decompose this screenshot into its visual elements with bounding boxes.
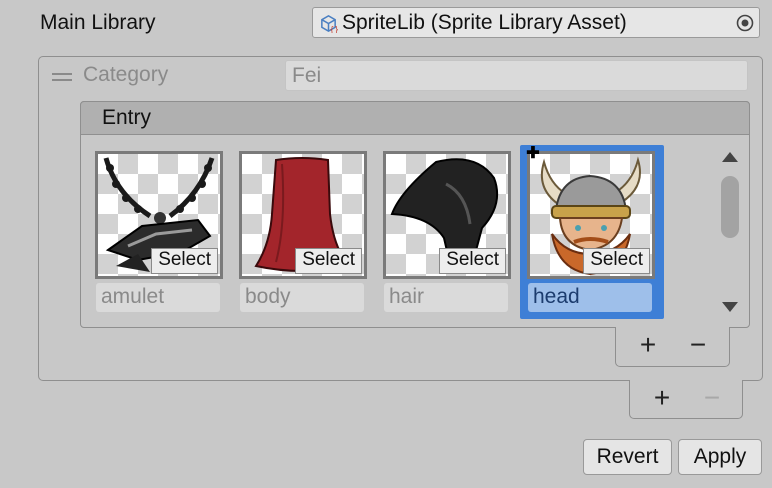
entry-name-field[interactable]: body xyxy=(240,283,364,312)
revert-button[interactable]: Revert xyxy=(583,439,672,475)
add-category-button[interactable]: + xyxy=(642,380,682,416)
entry-list-footer: + − xyxy=(615,327,730,367)
main-library-label: Main Library xyxy=(40,11,156,34)
main-library-value: SpriteLib (Sprite Library Asset) xyxy=(342,11,627,34)
amulet-sprite-thumbnail[interactable]: Select xyxy=(95,151,223,279)
body-sprite-thumbnail[interactable]: Select xyxy=(239,151,367,279)
select-button[interactable]: Select xyxy=(439,248,506,274)
remove-entry-button[interactable]: − xyxy=(678,327,718,363)
hair-sprite-thumbnail[interactable]: Select xyxy=(383,151,511,279)
category-name-field[interactable]: Fei xyxy=(285,60,748,91)
remove-category-button[interactable]: − xyxy=(692,380,732,416)
entry-scrollbar[interactable] xyxy=(716,144,744,320)
entry-name-field[interactable]: hair xyxy=(384,283,508,312)
select-button[interactable]: Select xyxy=(295,248,362,274)
main-library-field[interactable]: {} SpriteLib (Sprite Library Asset) xyxy=(312,7,760,38)
entry-name-field[interactable]: head xyxy=(528,283,652,312)
select-button[interactable]: Select xyxy=(583,248,650,274)
scroll-down-arrow-icon[interactable] xyxy=(722,302,738,312)
add-entry-button[interactable]: + xyxy=(628,327,668,363)
entry-header: Entry xyxy=(80,101,750,135)
apply-button[interactable]: Apply xyxy=(678,439,762,475)
category-list-footer: + − xyxy=(629,380,743,419)
select-button[interactable]: Select xyxy=(151,248,218,274)
object-picker-icon[interactable] xyxy=(736,14,754,32)
svg-text:{}: {} xyxy=(329,25,338,33)
sprite-library-asset-icon: {} xyxy=(319,14,339,34)
category-label: Category xyxy=(83,63,169,86)
scrollbar-thumb[interactable] xyxy=(721,176,739,238)
scroll-up-arrow-icon[interactable] xyxy=(722,152,738,162)
add-override-icon: ✚ xyxy=(526,145,540,162)
entry-header-label: Entry xyxy=(102,106,152,129)
entry-name-field[interactable]: amulet xyxy=(96,283,220,312)
drag-handle-icon[interactable] xyxy=(52,73,72,83)
head-sprite-thumbnail[interactable]: Select xyxy=(527,151,655,279)
